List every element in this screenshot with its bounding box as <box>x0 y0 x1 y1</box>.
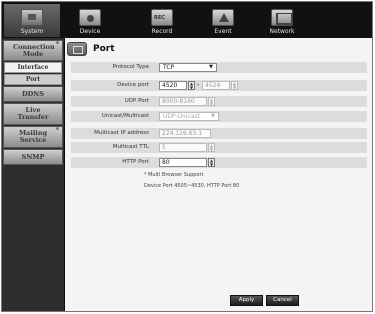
http-port-row: HTTP Port 80 ▲ ▼ <box>71 157 367 168</box>
http-port-field[interactable]: 80 <box>159 158 207 167</box>
sidebar-item-label: Live Transfer <box>17 106 49 121</box>
multicast-ip-label: Multicast IP address <box>94 130 149 136</box>
tab-network[interactable]: Network <box>254 4 310 37</box>
multi-browser-note: * Multi Browser Support <box>144 172 204 178</box>
protocol-type-value: TCP <box>163 64 175 71</box>
port-settings-icon <box>67 42 87 56</box>
multicast-ttl-label: Multicast TTL <box>112 144 149 150</box>
tab-label: Record <box>151 28 173 35</box>
multicast-ip-value: 224.126.63.1 <box>162 130 203 137</box>
range-separator: - <box>197 81 200 88</box>
sidebar-item-mailing-service[interactable]: * Mailing Service <box>3 126 63 148</box>
protocol-type-label: Protocol Type <box>112 64 149 70</box>
multicast-ttl-spinner: ▲ ▼ <box>208 143 215 152</box>
device-port-row: Device port 4520 ▲ ▼ - 4524 ▲ ▼ <box>71 80 367 91</box>
device-port-label: Device port <box>117 82 149 88</box>
http-port-value: 80 <box>162 159 170 166</box>
udp-port-field: 8000-8160 <box>159 97 207 106</box>
record-icon <box>151 9 173 26</box>
sidebar: * Connection Mode Interface Port DDNS Li… <box>2 38 64 311</box>
monitor-icon <box>21 9 43 26</box>
top-tab-bar: System Device Record Event Network <box>2 2 372 38</box>
chevron-down-icon: ▼ <box>209 64 213 70</box>
sidebar-item-connection-mode[interactable]: * Connection Mode <box>3 40 63 61</box>
protocol-type-select[interactable]: TCP ▼ <box>159 63 217 72</box>
device-port-start-spinner[interactable]: ▲ ▼ <box>188 81 195 90</box>
sidebar-subitem-port[interactable]: Port <box>4 74 62 85</box>
page-header: Port <box>67 41 115 57</box>
device-port-end-value: 4524 <box>205 82 221 89</box>
star-marker: * <box>55 127 59 134</box>
page-title: Port <box>93 44 115 54</box>
tab-record[interactable]: Record <box>134 4 190 37</box>
http-port-spinner[interactable]: ▲ ▼ <box>208 158 215 167</box>
tab-system[interactable]: System <box>4 4 60 37</box>
network-icon <box>271 9 293 26</box>
camera-icon <box>79 9 101 26</box>
http-port-label: HTTP Port <box>122 159 149 165</box>
udp-port-value: 8000-8160 <box>162 98 195 105</box>
alarm-icon <box>212 9 234 26</box>
device-port-start-value: 4520 <box>162 82 178 89</box>
udp-port-spinner: ▲ ▼ <box>208 97 215 106</box>
udp-port-row: UDP Port 8000-8160 ▲ ▼ <box>71 96 367 107</box>
unicast-multicast-row: Unicast/Multicast UDP-Unicast ▼ <box>71 111 367 122</box>
app-window: System Device Record Event Network * Con… <box>1 1 373 312</box>
device-port-end-spinner: ▲ ▼ <box>231 81 238 90</box>
sidebar-item-label: DDNS <box>22 89 44 98</box>
device-port-end-field: 4524 <box>202 81 230 90</box>
unicast-multicast-select: UDP-Unicast ▼ <box>159 112 219 121</box>
multicast-ttl-row: Multicast TTL 5 ▲ ▼ <box>71 142 367 153</box>
multicast-ip-field: 224.126.63.1 <box>159 129 211 138</box>
tab-device[interactable]: Device <box>62 4 118 37</box>
sidebar-item-label: Mailing Service <box>18 129 48 144</box>
multicast-ttl-value: 5 <box>162 144 166 151</box>
tab-label: Device <box>79 28 101 35</box>
star-marker: * <box>55 41 59 48</box>
multicast-ip-row: Multicast IP address 224.126.63.1 <box>71 128 367 139</box>
unicast-multicast-value: UDP-Unicast <box>163 113 200 120</box>
apply-button[interactable]: Apply <box>230 295 263 306</box>
sidebar-item-label: SNMP <box>21 152 45 161</box>
cancel-button[interactable]: Cancel <box>266 295 299 306</box>
tab-label: Event <box>214 28 232 35</box>
sidebar-item-label: Interface <box>17 64 49 71</box>
unicast-multicast-label: Unicast/Multicast <box>101 113 149 119</box>
chevron-down-icon: ▼ <box>211 113 215 119</box>
sidebar-item-ddns[interactable]: DDNS <box>3 86 63 102</box>
sidebar-item-live-transfer[interactable]: Live Transfer <box>3 103 63 125</box>
sidebar-subitem-interface[interactable]: Interface <box>4 62 62 73</box>
tab-label: System <box>20 28 44 35</box>
multicast-ttl-field: 5 <box>159 143 207 152</box>
tab-event[interactable]: Event <box>195 4 251 37</box>
udp-port-label: UDP Port <box>124 98 149 104</box>
main-panel: Port Protocol Type TCP ▼ Device port 452… <box>65 38 372 311</box>
sidebar-item-snmp[interactable]: SNMP <box>3 149 63 165</box>
protocol-type-row: Protocol Type TCP ▼ <box>71 62 367 73</box>
sidebar-item-label: Port <box>25 76 41 83</box>
port-range-note: Device Port 4505~4530, HTTP Port 80 <box>144 183 240 189</box>
sidebar-item-label: Connection Mode <box>13 42 55 58</box>
tab-label: Network <box>269 28 295 35</box>
device-port-start-field[interactable]: 4520 <box>159 81 187 90</box>
